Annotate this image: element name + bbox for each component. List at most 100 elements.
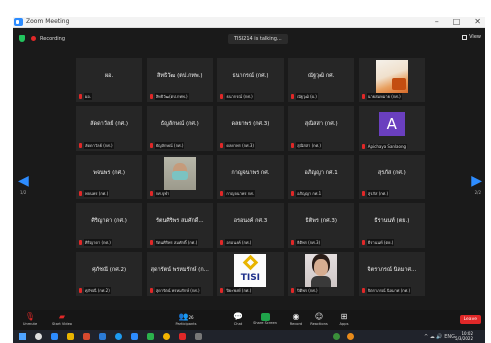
minimize-button[interactable]: – <box>435 17 439 26</box>
participant-tile[interactable]: ธนากรณ์ (กศ.) ธนากรณ์ (กศ.) <box>217 58 284 103</box>
file-explorer-icon[interactable] <box>67 333 74 340</box>
next-page-number: 2/2 <box>474 190 481 195</box>
participant-tile[interactable]: ศิริญาดา (กศ.) ศิริญาดา (กศ.) <box>76 203 143 248</box>
participant-label: กศ.จุฬา <box>154 190 171 198</box>
record-label: Record <box>289 322 303 326</box>
participant-label: สุณิสสา (กศ.) <box>296 141 322 149</box>
participant-label: พจนพร (กศ.) <box>84 190 110 198</box>
participant-tile[interactable]: ธีรานนท์ (ตย.) ธีรานนท์ (ตย.) <box>358 203 425 248</box>
participant-tile[interactable]: ศุภัชณี (กศ.2) ศุภัชณี (กศ.2) <box>76 251 143 296</box>
share-screen-button[interactable]: Share Screen <box>250 312 280 325</box>
participant-tile[interactable]: พจนพร (กศ.) พจนพร (กศ.) <box>76 154 143 200</box>
participant-tile[interactable]: กาญจนาพร กศ. กาญจนาพร กศ. <box>217 154 284 200</box>
mic-muted-icon <box>361 191 365 197</box>
apps-button[interactable]: ⊞ Apps <box>329 312 359 326</box>
participant-tile[interactable]: นายสมหมาย (กศ.) <box>358 58 425 103</box>
participant-name: สิทธิวัฒ (ตป.กทพ.) <box>156 73 203 79</box>
participant-tile[interactable]: ผอ. ผอ. <box>76 58 143 103</box>
participants-label: Participants <box>175 322 197 326</box>
participant-tile[interactable]: TISI ปิยะพงษ์ (กศ.) <box>217 251 284 296</box>
grid-view-icon <box>462 34 468 40</box>
close-button[interactable]: ✕ <box>474 17 481 26</box>
mic-muted-icon <box>220 94 224 100</box>
chat-button[interactable]: 💬 Chat <box>223 312 253 326</box>
participant-label: ธีรานนท์ (ตย.) <box>366 238 395 246</box>
participant-gallery: ผอ. ผอ. สิทธิวัฒ (ตป.กทพ.) สิทธิวัฒ(ตป.กทพ.… <box>76 58 425 296</box>
telegram-icon[interactable] <box>115 333 122 340</box>
recording-indicator[interactable]: Recording <box>40 36 65 42</box>
participant-footer: จิตราภรณ์ นิลมาศ (กศ.) <box>361 286 412 294</box>
participant-tile[interactable]: จิตราภรณ์ นิลมาศ... จิตราภรณ์ นิลมาศ (กศ.… <box>358 251 425 296</box>
participant-footer: ปิติพร (กศ.) <box>291 286 319 294</box>
participant-label: ลัดดาวัลย์ (กศ.) <box>84 141 114 149</box>
mic-muted-icon <box>361 287 365 293</box>
line-icon[interactable] <box>147 333 154 340</box>
participant-name: กาญจนาพร กศ. <box>231 169 270 176</box>
word-icon[interactable] <box>99 333 106 340</box>
participant-name: ธีรานนท์ (ตย.) <box>374 218 410 225</box>
maximize-button[interactable]: □ <box>453 17 461 26</box>
unmute-button[interactable]: 🎙 Unmute <box>15 312 45 326</box>
view-button[interactable]: View <box>462 34 481 40</box>
participant-tile[interactable]: สุดารัตน์ พรหมรักษ์ (ก... สุดารัตน์ พรหมร… <box>146 251 213 296</box>
participant-footer: ศิริญาดา (กศ.) <box>79 238 112 246</box>
participant-footer: ดลยาพร (กศ.3) <box>220 141 255 149</box>
zoom-taskbar-icon[interactable] <box>131 333 138 340</box>
tray-app-icon[interactable] <box>333 333 340 340</box>
meeting-view: Recording TISI214 is talking... View ◀ 1… <box>13 28 485 310</box>
window-title-bar: Zoom Meeting – □ ✕ <box>13 17 485 28</box>
app-icon[interactable] <box>195 333 202 340</box>
participant-tile[interactable]: ณัฐวุฒิ กศ. ณัฐวุฒิ (ผ.) <box>288 58 355 103</box>
participant-tile[interactable]: ดลยาพร (กศ.3) ดลยาพร (กศ.3) <box>217 106 284 151</box>
zoom-logo-icon <box>14 18 23 26</box>
mic-muted-icon <box>149 94 153 100</box>
mic-muted-icon <box>79 142 82 148</box>
start-video-button[interactable]: ▰ Start Video <box>47 312 77 326</box>
edge-browser-icon[interactable] <box>51 333 58 340</box>
participant-footer: ผอ. <box>79 93 93 101</box>
participant-footer: พจนพร (กศ.) <box>79 190 110 198</box>
chrome-icon[interactable] <box>163 333 170 340</box>
next-page-arrow-icon[interactable]: ▶ <box>471 173 482 189</box>
unmute-label: Unmute <box>22 322 38 326</box>
chat-label: Chat <box>233 322 243 326</box>
participant-tile[interactable]: รัตนศิริพร สมศักดิ์... รัตนศิริพร สมศักดิ… <box>146 203 213 248</box>
participant-tile[interactable]: A Apichaya Sanlaong <box>358 106 425 151</box>
participant-footer: นายสมหมาย (กศ.) <box>361 93 402 101</box>
tray-app-icon-2[interactable] <box>347 333 354 340</box>
mic-muted-icon <box>220 191 224 197</box>
system-tray[interactable]: ^ ☁ 🔊 ENG <box>424 334 455 340</box>
search-icon[interactable] <box>35 333 42 340</box>
participant-tile[interactable]: สุรภัส (กศ.) สุรภัส (กศ.) <box>358 154 425 200</box>
participant-tile[interactable]: สุณิสสา (กศ.) สุณิสสา (กศ.) <box>288 106 355 151</box>
previous-page-arrow-icon[interactable]: ◀ <box>18 173 29 189</box>
shield-icon[interactable] <box>19 35 25 42</box>
pdf-reader-icon[interactable] <box>179 333 186 340</box>
participant-tile[interactable]: อภิญญา กศ.1 อภิญญา กศ.1 <box>288 154 355 200</box>
participant-name: สุดารัตน์ พรหมรักษ์ (ก... <box>150 266 209 273</box>
tisi-logo-icon <box>243 254 259 270</box>
participant-footer: สุดารัตน์ พรหมรักษ์ (กศ.) <box>149 286 201 294</box>
participant-tile[interactable]: อรอนงค์ กศ.3 อรอนงค์ (กศ.) <box>217 203 284 248</box>
mic-muted-icon <box>79 191 82 197</box>
mic-muted-icon <box>361 94 365 100</box>
participant-video <box>375 60 408 93</box>
office-icon[interactable] <box>83 333 90 340</box>
participant-tile[interactable]: ปิติพร (กศ.) <box>288 251 355 296</box>
participant-label: อรอนงค์ (กศ.) <box>225 238 253 246</box>
mic-muted-icon <box>79 287 82 293</box>
participant-label: Apichaya Sanlaong <box>366 143 408 149</box>
talking-indicator: TISI214 is talking... <box>228 34 288 44</box>
participant-name: สุรภัส (กศ.) <box>377 169 406 176</box>
taskbar-clock[interactable]: 10:02 5/3/2022 <box>455 331 473 341</box>
participant-tile[interactable]: กศ.จุฬา <box>146 154 213 200</box>
participant-footer: ปิยะพงษ์ (กศ.) <box>220 286 253 294</box>
end-meeting-button[interactable]: Leave <box>459 315 481 324</box>
participant-tile[interactable]: ลัดดาวัลย์ (กศ.) ลัดดาวัลย์ (กศ.) <box>76 106 143 151</box>
participant-tile[interactable]: สิทธิวัฒ (ตป.กทพ.) สิทธิวัฒ(ตป.กทพ.) <box>146 58 213 103</box>
participants-button[interactable]: 👥26 Participants <box>171 312 201 326</box>
participant-tile[interactable]: ธิติพร (กศ.3) ธิติพร (กศ.3) <box>288 203 355 248</box>
windows-start-icon[interactable] <box>19 333 26 340</box>
participant-footer: อรอนงค์ (กศ.) <box>220 238 253 246</box>
participant-tile[interactable]: ธัญลักษณ์ (กศ.) ธัญลักษณ์ (กศ.) <box>146 106 213 151</box>
